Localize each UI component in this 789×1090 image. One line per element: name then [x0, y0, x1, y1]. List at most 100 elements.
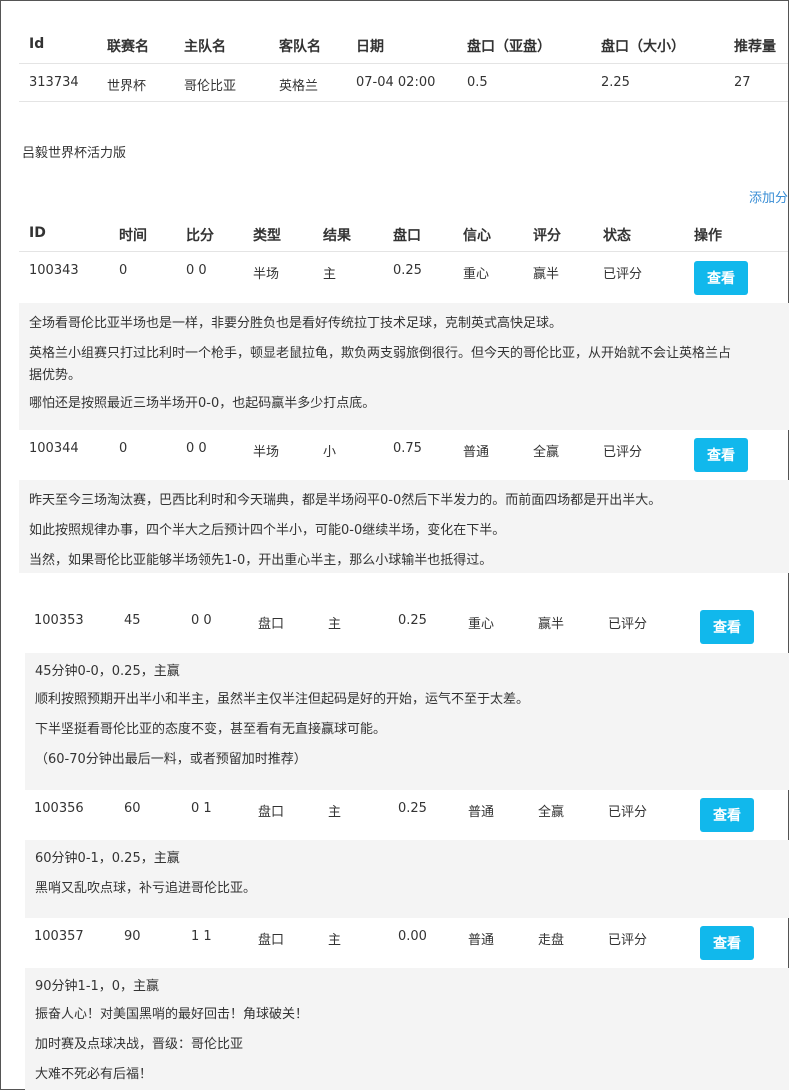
- tip-analysis: 全场看哥伦比亚半场也是一样，非要分胜负也是看好传统拉丁技术足球，克制英式高快足球…: [19, 303, 789, 430]
- match-recommend-count: 27: [734, 75, 751, 90]
- analysis-line: 哪怕还是按照最近三场半场开0-0，也起码赢半多少打点底。: [29, 396, 376, 411]
- tip-time: 0: [119, 263, 128, 278]
- tip-status: 已评分: [603, 445, 643, 460]
- analysis-line: 昨天至今三场淘汰赛，巴西比利时和今天瑞典，都是半场闷平0-0然后下半发力的。而前…: [29, 493, 662, 508]
- match-header-away: 客队名: [279, 39, 321, 55]
- divider: [19, 63, 788, 64]
- tip-id: 100357: [34, 929, 84, 944]
- tips-header-action: 操作: [694, 228, 722, 244]
- tips-header-id: ID: [29, 225, 46, 241]
- match-home-team: 哥伦比亚: [184, 79, 237, 94]
- analysis-line: 当然，如果哥伦比亚能够半场领先1-0，开出重心半主，那么小球输半也抵得过。: [29, 553, 493, 568]
- view-button[interactable]: 查看: [700, 926, 754, 960]
- tip-time: 60: [124, 801, 141, 816]
- analysis-line: 全场看哥伦比亚半场也是一样，非要分胜负也是看好传统拉丁技术足球，克制英式高快足球…: [29, 316, 563, 331]
- tip-line: 0.25: [398, 801, 427, 816]
- tip-result: 小: [323, 445, 337, 460]
- analysis-line: 英格兰小组赛只打过比利时一个枪手，顿显老鼠拉龟，欺负两支弱旅倒很行。但今天的哥伦…: [29, 346, 732, 361]
- tip-status: 已评分: [608, 805, 648, 820]
- tip-type: 盘口: [258, 933, 285, 948]
- match-header-asian-line: 盘口（亚盘）: [467, 39, 551, 55]
- tips-header-status: 状态: [603, 228, 631, 244]
- match-header-date: 日期: [356, 39, 384, 55]
- tip-status: 已评分: [603, 267, 643, 282]
- tip-confidence: 普通: [468, 933, 495, 948]
- analysis-line: 黑哨又乱吹点球，补亏追进哥伦比亚。: [35, 881, 257, 896]
- tip-id: 100344: [29, 441, 79, 456]
- analysis-line: 大难不死必有后福！: [35, 1067, 153, 1082]
- view-button[interactable]: 查看: [700, 798, 754, 832]
- tip-time: 0: [119, 441, 128, 456]
- tips-header-rating: 评分: [533, 228, 561, 244]
- tip-type: 半场: [253, 445, 280, 460]
- tip-score: 0 0: [186, 441, 207, 456]
- tip-id: 100343: [29, 263, 79, 278]
- tip-confidence: 重心: [463, 267, 490, 282]
- tips-header-time: 时间: [119, 228, 147, 244]
- tips-header-result: 结果: [323, 228, 351, 244]
- tip-rating: 全赢: [533, 445, 560, 460]
- analysis-line: 加时赛及点球决战，晋级：哥伦比亚: [35, 1037, 244, 1052]
- analysis-line: （60-70分钟出最后一料，或者预留加时推荐）: [35, 752, 307, 767]
- tip-confidence: 普通: [463, 445, 490, 460]
- tip-result: 主: [323, 267, 337, 282]
- tip-id: 100353: [34, 613, 84, 628]
- tip-type: 半场: [253, 267, 280, 282]
- tip-rating: 全赢: [538, 805, 565, 820]
- match-date: 07-04 02:00: [356, 75, 436, 90]
- tip-confidence: 重心: [468, 617, 495, 632]
- match-asian-line: 0.5: [467, 75, 488, 90]
- tip-id: 100356: [34, 801, 84, 816]
- add-link[interactable]: 添加分: [749, 187, 788, 206]
- analysis-line: 据优势。: [29, 368, 82, 383]
- match-header-ou-line: 盘口（大小）: [601, 39, 685, 55]
- tip-analysis: 45分钟0-0，0.25，主赢顺利按照预期开出半小和半主，虽然半主仅半注但起码是…: [25, 653, 789, 790]
- tip-line: 0.25: [398, 613, 427, 628]
- divider: [19, 251, 788, 252]
- view-button[interactable]: 查看: [694, 261, 748, 295]
- match-league: 世界杯: [107, 79, 147, 94]
- tip-rating: 走盘: [538, 933, 565, 948]
- tip-type: 盘口: [258, 805, 285, 820]
- analysis-line: 下半坚挺看哥伦比亚的态度不变，甚至看有无直接赢球可能。: [35, 722, 387, 737]
- analysis-line: 顺利按照预期开出半小和半主，虽然半主仅半注但起码是好的开始，运气不至于太差。: [35, 692, 530, 707]
- tip-result: 主: [328, 933, 342, 948]
- tip-analysis: 60分钟0-1，0.25，主赢黑哨又乱吹点球，补亏追进哥伦比亚。: [25, 840, 789, 918]
- tip-score: 0 0: [191, 613, 212, 628]
- analysis-line: 90分钟1-1，0，主赢: [35, 979, 160, 994]
- tip-result: 主: [328, 805, 342, 820]
- tip-time: 90: [124, 929, 141, 944]
- tip-rating: 赢半: [538, 617, 565, 632]
- tip-score: 0 1: [191, 801, 212, 816]
- tip-line: 0.25: [393, 263, 422, 278]
- tip-type: 盘口: [258, 617, 285, 632]
- tip-line: 0.75: [393, 441, 422, 456]
- tip-rating: 赢半: [533, 267, 560, 282]
- match-header-id: Id: [29, 36, 45, 52]
- match-away-team: 英格兰: [279, 79, 319, 94]
- expert-name: 吕毅世界杯活力版: [22, 146, 127, 161]
- tip-status: 已评分: [608, 617, 648, 632]
- analysis-line: 振奋人心！对美国黑哨的最好回击！角球破关！: [35, 1007, 309, 1022]
- tip-result: 主: [328, 617, 342, 632]
- tip-score: 0 0: [186, 263, 207, 278]
- tip-status: 已评分: [608, 933, 648, 948]
- analysis-line: 如此按照规律办事，四个半大之后预计四个半小，可能0-0继续半场，变化在下半。: [29, 523, 506, 538]
- divider: [19, 101, 788, 102]
- analysis-line: 60分钟0-1，0.25，主赢: [35, 851, 180, 866]
- match-ou-line: 2.25: [601, 75, 630, 90]
- view-button[interactable]: 查看: [700, 610, 754, 644]
- match-id: 313734: [29, 75, 79, 90]
- match-header-league: 联赛名: [107, 39, 149, 55]
- tip-confidence: 普通: [468, 805, 495, 820]
- tips-header-type: 类型: [253, 228, 281, 244]
- analysis-line: 45分钟0-0，0.25，主赢: [35, 664, 180, 679]
- tip-time: 45: [124, 613, 141, 628]
- tips-header-confidence: 信心: [463, 228, 491, 244]
- view-button[interactable]: 查看: [694, 438, 748, 472]
- tip-analysis: 90分钟1-1，0，主赢振奋人心！对美国黑哨的最好回击！角球破关！ 加时赛及点球决…: [25, 968, 789, 1090]
- tip-line: 0.00: [398, 929, 427, 944]
- tips-header-line: 盘口: [393, 228, 421, 244]
- tip-score: 1 1: [191, 929, 212, 944]
- match-header-recommend-count: 推荐量: [734, 39, 776, 55]
